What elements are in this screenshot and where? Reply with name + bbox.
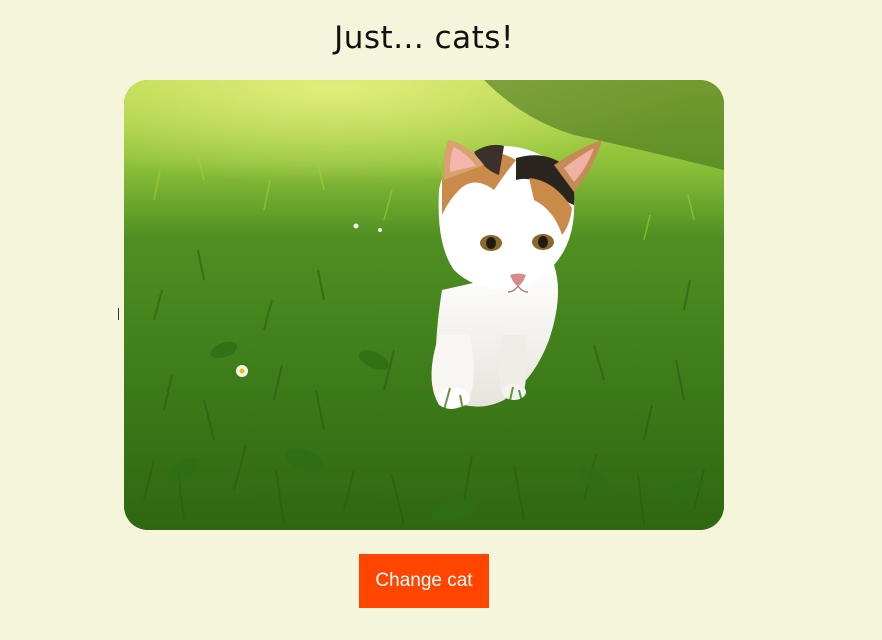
change-cat-button[interactable]: Change cat (359, 554, 489, 608)
daisy-flower (236, 365, 248, 377)
cat-photo (124, 80, 724, 530)
text-cursor (118, 308, 123, 320)
app-root: Just... cats! Change cat (0, 0, 882, 640)
page-title: Just... cats! (334, 20, 514, 56)
cat-photo-illustration (124, 80, 724, 530)
